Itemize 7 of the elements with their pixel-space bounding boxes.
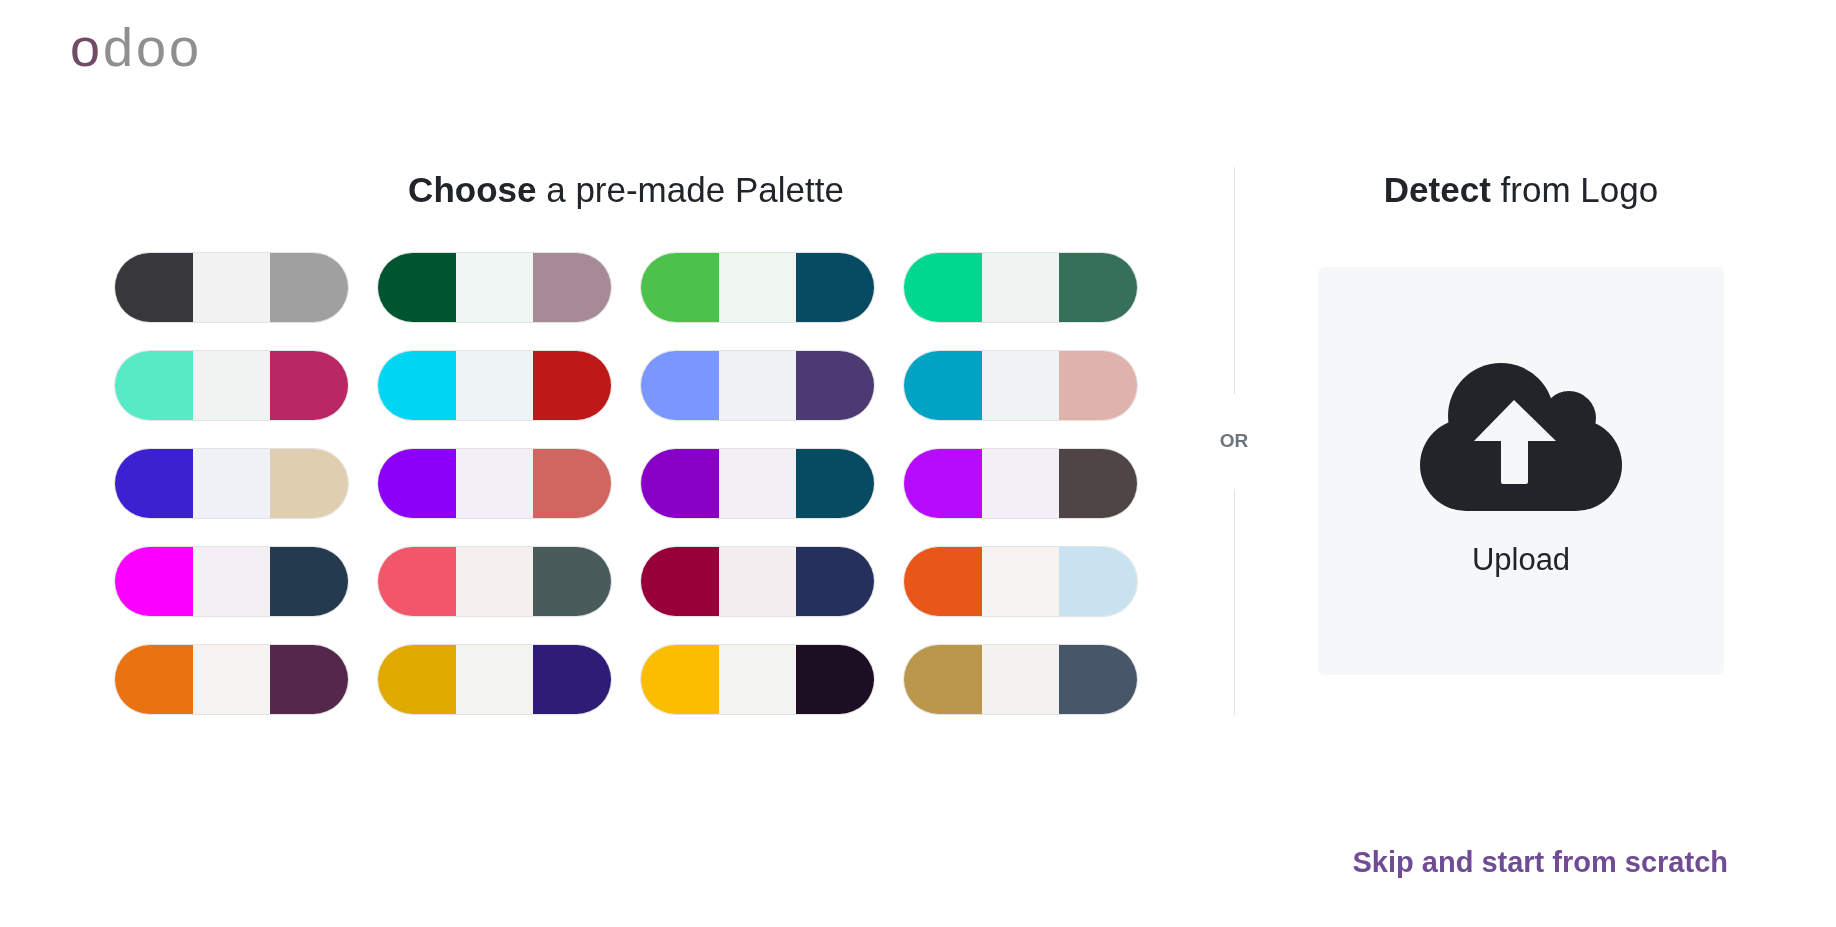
upload-button[interactable]: Upload [1318, 267, 1724, 675]
logo: odoo [70, 18, 203, 76]
section-title: Detect from Logo [1383, 169, 1659, 211]
cloud-upload-icon [1420, 363, 1622, 511]
section-title: Choose a pre-made Palette [408, 169, 844, 211]
or-label: OR [1219, 430, 1249, 452]
skip-link[interactable]: Skip and start from scratch [1352, 845, 1728, 879]
